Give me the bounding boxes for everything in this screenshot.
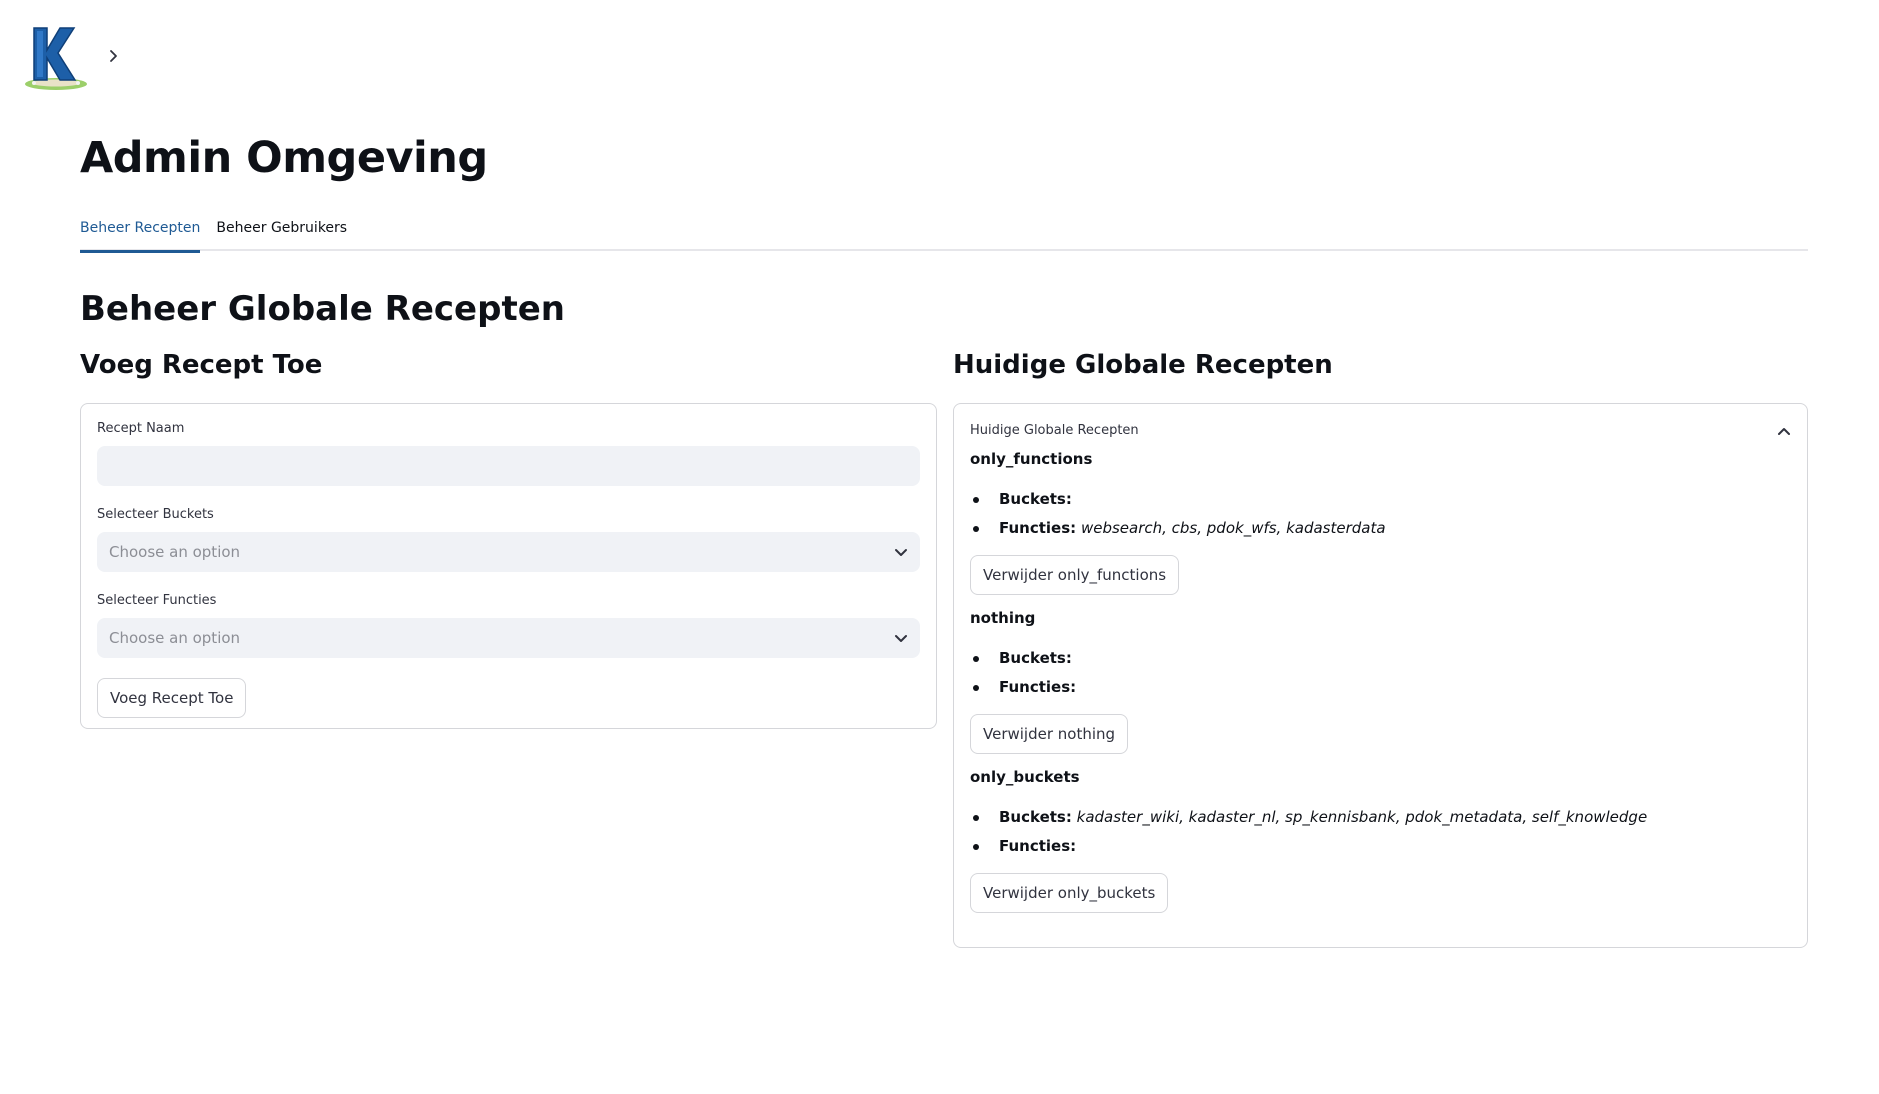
add-recipe-title: Voeg Recept Toe (80, 350, 323, 380)
recipe-name: only_functions (970, 450, 1093, 468)
buckets-field: Selecteer Buckets Choose an option (97, 506, 920, 572)
buckets-key: Buckets: (999, 490, 1072, 508)
chevron-down-icon (894, 629, 908, 648)
expander-label: Huidige Globale Recepten (970, 422, 1139, 438)
tab-bar: Beheer Recepten Beheer Gebruikers (80, 215, 1808, 253)
current-recipes-column: Huidige Globale Recepten Huidige Globale… (953, 347, 1808, 948)
tab-beheer-recepten[interactable]: Beheer Recepten (80, 215, 201, 253)
chevron-up-icon (1777, 421, 1791, 440)
functions-select-placeholder: Choose an option (109, 629, 241, 647)
recipe-name: nothing (970, 609, 1036, 627)
sidebar-expand-chevron-icon[interactable] (104, 44, 124, 68)
current-recipes-expander: Huidige Globale Recepten only_functions … (953, 403, 1808, 948)
recipe-details: Buckets: Functies: (970, 647, 1791, 698)
recipe-name: only_buckets (970, 768, 1080, 786)
functions-key: Functies: (999, 678, 1077, 696)
section-title: Beheer Globale Recepten (80, 289, 565, 329)
buckets-select[interactable]: Choose an option (97, 532, 920, 572)
delete-recipe-button[interactable]: Verwijder only_functions (970, 555, 1180, 595)
functions-select[interactable]: Choose an option (97, 618, 920, 658)
recipe-name-field: Recept Naam (97, 420, 920, 486)
delete-recipe-button[interactable]: Verwijder nothing (970, 714, 1129, 754)
buckets-key: Buckets: (999, 649, 1072, 667)
recipe-item: only_buckets Buckets: kadaster_wiki, kad… (970, 766, 1791, 913)
buckets-label: Selecteer Buckets (97, 507, 214, 522)
recipe-item: nothing Buckets: Functies: Verwijder not… (970, 607, 1791, 754)
delete-recipe-button[interactable]: Verwijder only_buckets (970, 873, 1169, 913)
main-content: Admin Omgeving Beheer Recepten Beheer Ge… (80, 130, 1808, 987)
recipe-functions: Functies: (970, 835, 1791, 857)
add-recipe-button[interactable]: Voeg Recept Toe (97, 678, 247, 718)
recipe-functions: Functies: websearch, cbs, pdok_wfs, kada… (970, 517, 1791, 539)
recipe-name-label: Recept Naam (97, 421, 185, 436)
functions-value: websearch, cbs, pdok_wfs, kadasterdata (1080, 519, 1386, 537)
tab-beheer-gebruikers[interactable]: Beheer Gebruikers (216, 215, 347, 251)
functions-label: Selecteer Functies (97, 593, 217, 608)
functions-field: Selecteer Functies Choose an option (97, 592, 920, 658)
recipe-item: only_functions Buckets: Functies: websea… (970, 448, 1791, 595)
buckets-select-placeholder: Choose an option (109, 543, 241, 561)
functions-key: Functies: (999, 519, 1077, 537)
app-logo (22, 22, 90, 92)
add-recipe-column: Voeg Recept Toe Recept Naam Selecteer Bu… (80, 347, 937, 729)
buckets-key: Buckets: (999, 808, 1072, 826)
current-recipes-title: Huidige Globale Recepten (953, 350, 1333, 380)
buckets-value: kadaster_wiki, kadaster_nl, sp_kennisban… (1076, 808, 1648, 826)
chevron-down-icon (894, 543, 908, 562)
recipe-details: Buckets: kadaster_wiki, kadaster_nl, sp_… (970, 806, 1791, 857)
recipe-functions: Functies: (970, 676, 1791, 698)
functions-key: Functies: (999, 837, 1077, 855)
recipe-buckets: Buckets: (970, 488, 1791, 510)
recipe-buckets: Buckets: kadaster_wiki, kadaster_nl, sp_… (970, 806, 1791, 828)
add-recipe-form: Recept Naam Selecteer Buckets Choose an … (80, 403, 937, 729)
recipe-details: Buckets: Functies: websearch, cbs, pdok_… (970, 488, 1791, 539)
expander-header[interactable]: Huidige Globale Recepten (970, 418, 1791, 442)
recipe-name-input[interactable] (97, 446, 920, 486)
columns: Voeg Recept Toe Recept Naam Selecteer Bu… (80, 347, 1808, 987)
page-title: Admin Omgeving (80, 133, 488, 183)
recipe-buckets: Buckets: (970, 647, 1791, 669)
